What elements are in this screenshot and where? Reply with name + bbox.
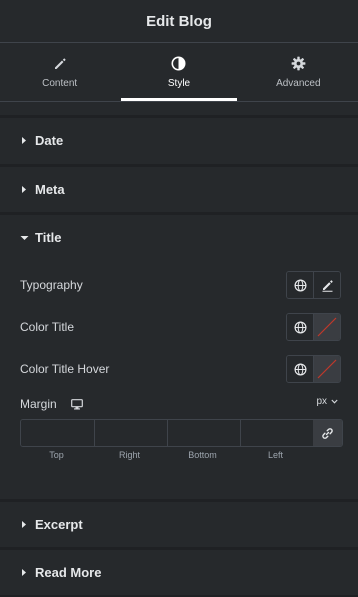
caret-right-icon — [20, 136, 34, 145]
empty-color-icon — [314, 314, 340, 340]
tab-style[interactable]: Style — [119, 43, 238, 101]
typography-label: Typography — [20, 278, 83, 292]
section-date-label: Date — [35, 133, 64, 148]
margin-header: Margin px — [20, 396, 338, 412]
color-title-hover-globe-button[interactable] — [287, 356, 313, 382]
globe-icon — [293, 362, 307, 376]
section-read-more[interactable]: Read More — [0, 550, 358, 595]
margin-label: Margin — [20, 397, 57, 411]
margin-top-input[interactable] — [21, 420, 94, 446]
section-date[interactable]: Date — [0, 118, 358, 163]
tab-content[interactable]: Content — [0, 43, 119, 101]
pencil-icon — [52, 56, 68, 72]
color-title-hover-label: Color Title Hover — [20, 362, 110, 376]
section-excerpt-label: Excerpt — [35, 517, 83, 532]
color-title-swatch[interactable] — [313, 314, 340, 340]
pencil-icon — [321, 279, 334, 292]
panel-header: Edit Blog — [0, 0, 358, 43]
margin-right-caption: Right — [118, 450, 140, 460]
margin-bottom-caption: Bottom — [188, 450, 217, 460]
caret-right-icon — [20, 568, 34, 577]
color-title-controls — [286, 313, 341, 341]
tab-content-label: Content — [42, 77, 78, 89]
globe-icon — [293, 278, 307, 292]
section-read-more-label: Read More — [35, 565, 102, 580]
color-title-hover-swatch[interactable] — [313, 356, 340, 382]
half-circle-icon — [171, 56, 187, 72]
typography-edit-button[interactable] — [313, 272, 340, 298]
tab-bar: Content Style Advanced — [0, 43, 358, 102]
margin-left-input[interactable] — [240, 420, 313, 446]
chevron-down-icon — [331, 399, 338, 404]
tab-style-label: Style — [167, 77, 191, 89]
section-excerpt[interactable]: Excerpt — [0, 502, 358, 547]
caret-right-icon — [20, 185, 34, 194]
tab-advanced[interactable]: Advanced — [239, 43, 358, 101]
color-title-globe-button[interactable] — [287, 314, 313, 340]
panel-title: Edit Blog — [146, 12, 212, 30]
link-values-button[interactable] — [313, 420, 342, 446]
margin-dimensions — [20, 419, 343, 447]
typography-controls — [286, 271, 341, 299]
margin-captions: Top Right Bottom Left — [20, 450, 313, 460]
link-icon — [321, 427, 334, 440]
margin-right-input[interactable] — [94, 420, 167, 446]
unit-selector[interactable]: px — [316, 396, 338, 407]
globe-icon — [293, 320, 307, 334]
desktop-monitor-icon[interactable] — [70, 398, 83, 410]
typography-globe-button[interactable] — [287, 272, 313, 298]
margin-top-caption: Top — [49, 450, 64, 460]
section-meta[interactable]: Meta — [0, 167, 358, 212]
color-title-label: Color Title — [20, 320, 75, 334]
color-title-hover-controls — [286, 355, 341, 383]
unit-label: px — [316, 396, 327, 407]
caret-right-icon — [20, 520, 34, 529]
section-meta-label: Meta — [35, 182, 65, 197]
margin-left-caption: Left — [267, 450, 283, 460]
margin-bottom-input[interactable] — [167, 420, 240, 446]
tab-advanced-label: Advanced — [276, 77, 321, 89]
empty-color-icon — [314, 356, 340, 382]
gear-icon — [290, 56, 306, 72]
caret-down-icon — [20, 234, 34, 242]
section-title[interactable]: Title — [0, 215, 358, 260]
section-title-label: Title — [35, 230, 62, 245]
